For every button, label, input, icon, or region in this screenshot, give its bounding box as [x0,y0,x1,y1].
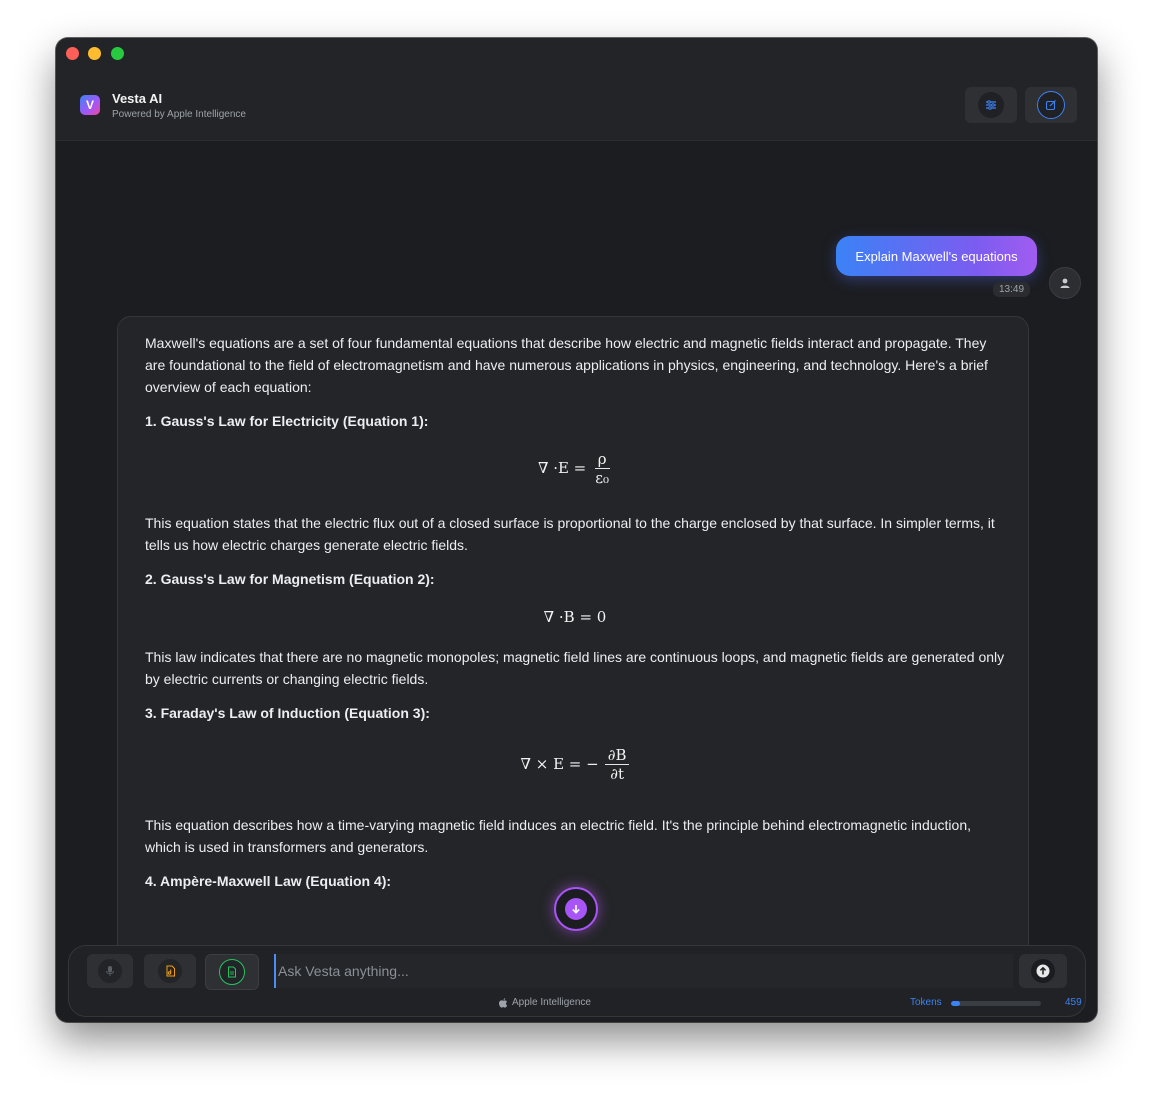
app-logo-icon: V [80,95,100,115]
app-subtitle: Powered by Apple Intelligence [112,109,246,120]
tokens-label: Tokens [910,997,942,1008]
fraction-numerator: ∂B [604,746,630,765]
sliders-icon [986,100,996,110]
scroll-to-bottom-button[interactable] [554,887,598,931]
user-avatar [1049,267,1081,299]
section-text: This law indicates that there are no mag… [145,649,1005,687]
section-heading: 2. Gauss's Law for Magnetism (Equation 2… [145,571,435,587]
section-text: This equation states that the electric f… [145,515,995,553]
apple-intelligence-text: Apple Intelligence [512,997,591,1008]
assistant-message-card: Maxwell's equations are a set of four fu… [117,316,1029,978]
ask-input[interactable] [274,954,1013,988]
equation-lhs: ∇ × E = − [520,755,599,773]
app-window: V Vesta AI Powered by Apple Intelligence [56,38,1097,1022]
minimize-window-button[interactable] [88,47,101,60]
app-name: Vesta AI [112,91,163,106]
person-icon [1060,278,1070,288]
send-arrow-icon [1036,964,1050,978]
equation-lhs: ∇ ·E = [537,459,587,477]
fraction-denominator: ∂t [610,764,624,783]
section-heading: 1. Gauss's Law for Electricity (Equation… [145,413,429,429]
tokens-progress-fill [951,1001,960,1006]
apple-logo-icon [499,997,508,1008]
chat-area[interactable]: Explain Maxwell's equations 13:49 Maxwel… [56,141,1097,1022]
new-chat-button[interactable] [1025,87,1077,123]
new-chat-icon [1045,100,1056,111]
arrow-down-icon [572,905,580,914]
zoom-window-button[interactable] [111,47,124,60]
attach-document-button[interactable] [205,954,259,990]
assistant-intro: Maxwell's equations are a set of four fu… [145,335,988,395]
app-logo-letter: V [85,98,94,112]
user-message-bubble: Explain Maxwell's equations [836,236,1037,276]
tokens-count: 459 [1065,997,1082,1008]
equation-gauss-electric: ∇ ·E = ρ ε₀ [145,446,1005,490]
section-heading: 3. Faraday's Law of Induction (Equation … [145,705,430,721]
tokens-progress-bar [951,1001,1041,1006]
close-window-button[interactable] [66,47,79,60]
message-timestamp: 13:49 [993,282,1031,297]
equation-lhs: ∇ ·B = 0 [543,608,607,626]
equation-fraction: ∂B ∂t [604,746,630,783]
settings-button[interactable] [965,87,1017,123]
user-message-text: Explain Maxwell's equations [855,248,1018,264]
apple-intelligence-label: Apple Intelligence [499,997,591,1008]
microphone-button[interactable] [87,954,133,988]
fraction-denominator: ε₀ [595,468,610,487]
audio-file-icon [166,965,175,977]
title-bar: V Vesta AI Powered by Apple Intelligence [56,38,1097,141]
equation-gauss-magnetic: ∇ ·B = 0 [145,606,1005,628]
attach-audio-button[interactable] [144,954,196,988]
document-icon [228,966,236,978]
send-button[interactable] [1019,954,1067,988]
section-text: This equation describes how a time-varyi… [145,817,971,855]
composer-panel: Apple Intelligence Tokens 459 [68,945,1086,1017]
equation-faraday: ∇ × E = − ∂B ∂t [145,742,1005,786]
microphone-icon [106,966,114,976]
equation-fraction: ρ ε₀ [592,450,612,487]
fraction-numerator: ρ [594,450,610,469]
